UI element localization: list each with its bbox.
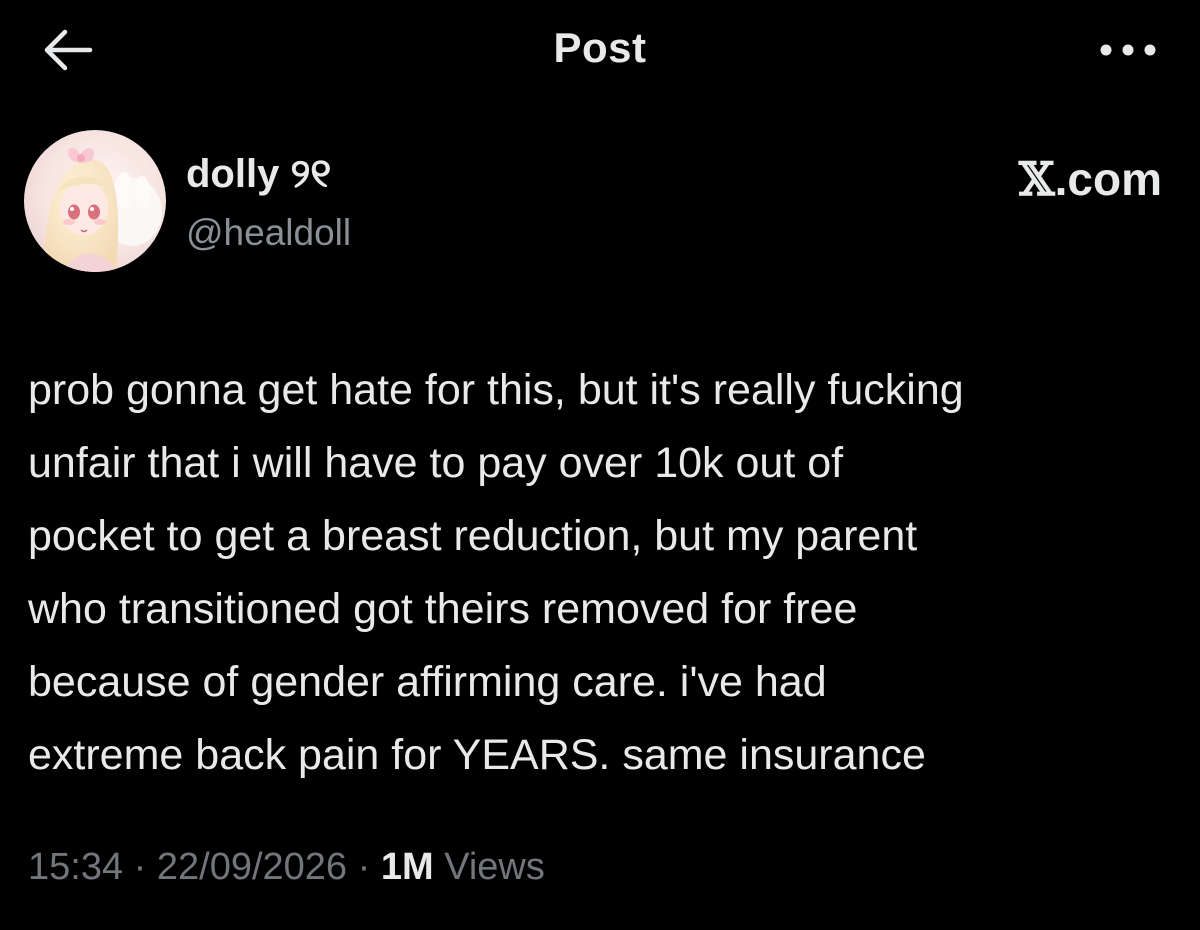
avatar[interactable] [24, 130, 166, 272]
post-text-line: who transitioned got theirs removed for … [28, 585, 858, 633]
more-options-button[interactable] [1090, 30, 1166, 70]
post-text-line: extreme back pain for YEARS. same insura… [28, 731, 926, 779]
author-display-name[interactable]: dolly ୨୧ [186, 152, 331, 197]
post-time[interactable]: 15:34 [28, 846, 123, 888]
post-text-line: because of gender affirming care. i've h… [28, 658, 827, 706]
site-watermark-suffix: .com [1054, 153, 1162, 205]
meta-separator: · [123, 846, 157, 888]
post-text-line: pocket to get a breast reduction, but my… [28, 512, 918, 560]
author-handle[interactable]: @healdoll [186, 212, 351, 254]
avatar-image [24, 130, 166, 272]
post-metadata: 15:34 · 22/09/2026 · 1M Views [28, 846, 545, 889]
arrow-left-icon [44, 29, 93, 71]
views-label: Views [433, 846, 545, 888]
more-horizontal-icon [1100, 44, 1156, 56]
site-watermark: 𝕏.com [1019, 152, 1162, 206]
back-button[interactable] [36, 22, 100, 78]
post-text-line: prob gonna get hate for this, but it's r… [28, 366, 964, 414]
x-logo-icon: 𝕏 [1018, 152, 1055, 206]
post-text-line: unfair that i will have to pay over 10k … [28, 439, 844, 487]
page-title: Post [553, 24, 647, 71]
meta-separator: · [347, 846, 381, 888]
top-bar: Post [0, 0, 1200, 100]
views-count[interactable]: 1M [381, 846, 434, 888]
post-date[interactable]: 22/09/2026 [157, 846, 347, 888]
post-author: dolly ୨୧ @healdoll 𝕏.com [24, 130, 1174, 280]
post-text: prob gonna get hate for this, but it's r… [28, 354, 1188, 792]
